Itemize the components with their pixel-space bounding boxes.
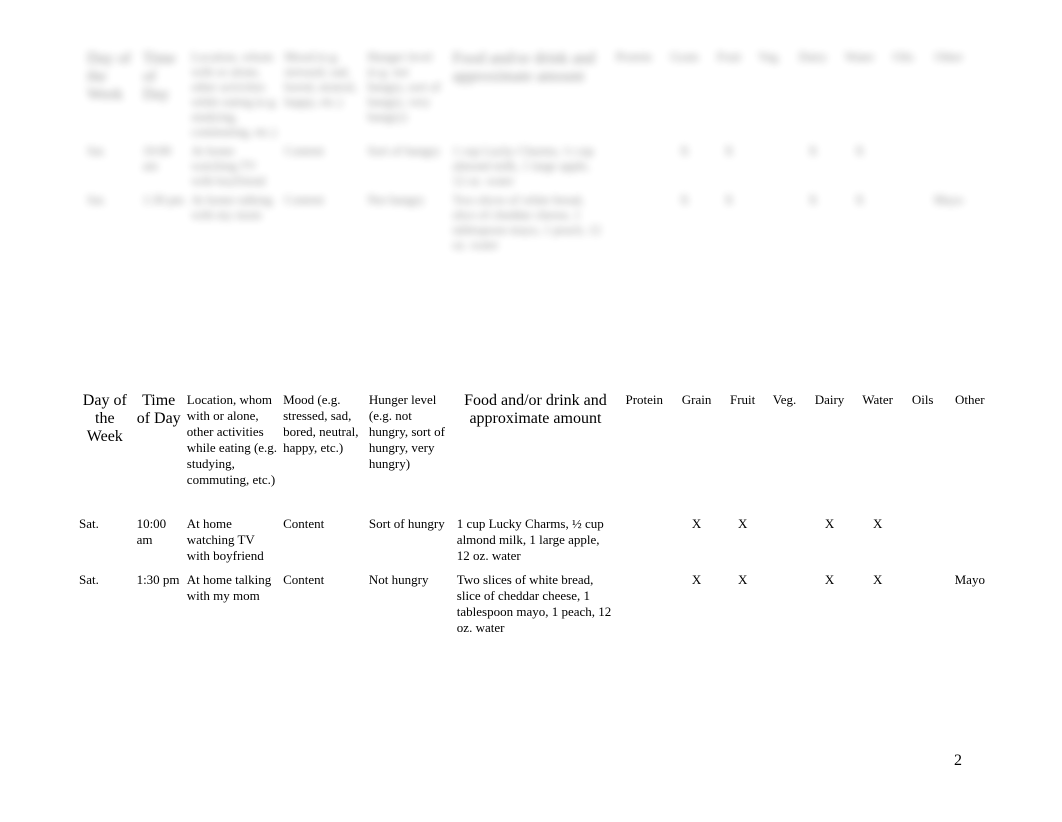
table-row: Sat. 10:00 am At home watching TV with b… [76, 512, 996, 568]
ghost-header-other: Other [923, 48, 974, 142]
ghost-header-dairy: Dairy [790, 48, 837, 142]
ghost-header-hunger: Hunger level (e.g. not hungry, sort of h… [364, 48, 449, 142]
cell-oils [902, 568, 944, 640]
ghost-cell [883, 142, 924, 191]
ghost-cell [923, 142, 974, 191]
header-mood: Mood (e.g. stressed, sad, bored, neutral… [280, 390, 366, 512]
cell-hunger: Sort of hungry [366, 512, 454, 568]
ghost-cell: Content [281, 191, 364, 255]
ghost-cell: Sat. [84, 142, 140, 191]
cell-mood: Content [280, 568, 366, 640]
ghost-cell [883, 191, 924, 255]
ghost-header-location: Location, whom with or alone, other acti… [188, 48, 281, 142]
ghost-header-time: Time of Day [140, 48, 189, 142]
ghost-cell [749, 191, 790, 255]
cell-dairy: X [805, 568, 853, 640]
cell-water: X [854, 512, 902, 568]
cell-water: X [854, 568, 902, 640]
ghost-header-grain: Grain [660, 48, 709, 142]
ghost-cell: X [790, 191, 837, 255]
ghost-cell: Sat. [84, 191, 140, 255]
ghost-header-protein: Protein [607, 48, 660, 142]
ghost-header-oils: Oils [883, 48, 924, 142]
header-time: Time of Day [134, 390, 184, 512]
cell-time: 10:00 am [134, 512, 184, 568]
cell-food: 1 cup Lucky Charms, ½ cup almond milk, 1… [454, 512, 617, 568]
header-grain: Grain [671, 390, 721, 512]
cell-veg [764, 568, 806, 640]
ghost-cell [607, 142, 660, 191]
ghost-header-row: Day of the Week Time of Day Location, wh… [84, 48, 974, 142]
cell-time: 1:30 pm [134, 568, 184, 640]
ghost-cell [749, 142, 790, 191]
ghost-cell: Mayo [923, 191, 974, 255]
cell-veg [764, 512, 806, 568]
ghost-cell: 1 cup Lucky Charms, ½ cup almond milk, 1… [449, 142, 607, 191]
cell-other [944, 512, 996, 568]
ghost-cell: Sort of hungry [364, 142, 449, 191]
header-veg: Veg. [764, 390, 806, 512]
cell-protein [617, 512, 671, 568]
cell-food: Two slices of white bread, slice of ched… [454, 568, 617, 640]
ghost-cell: Two slices of white bread, slice of ched… [449, 191, 607, 255]
ghost-header-mood: Mood (e.g. stressed, sad, bored, neutral… [281, 48, 364, 142]
ghost-cell: Content [281, 142, 364, 191]
ghost-cell: 1:30 pm [140, 191, 189, 255]
cell-dairy: X [805, 512, 853, 568]
cell-hunger: Not hungry [366, 568, 454, 640]
ghost-cell: At home watching TV with boyfriend [188, 142, 281, 191]
ghost-cell: X [709, 191, 750, 255]
ghost-cell: Not hungry [364, 191, 449, 255]
ghost-header-fruit: Fruit [709, 48, 750, 142]
header-oils: Oils [902, 390, 944, 512]
ghost-cell: X [790, 142, 837, 191]
cell-grain: X [671, 512, 721, 568]
header-other: Other [944, 390, 996, 512]
cell-location: At home watching TV with boyfriend [184, 512, 280, 568]
ghost-table-previous-page: Day of the Week Time of Day Location, wh… [84, 48, 974, 255]
page-number: 2 [954, 752, 962, 770]
ghost-header-veg: Veg. [749, 48, 790, 142]
cell-day: Sat. [76, 512, 134, 568]
cell-location: At home talking with my mom [184, 568, 280, 640]
food-diary-table: Day of the Week Time of Day Location, wh… [76, 390, 996, 640]
ghost-cell [607, 191, 660, 255]
header-hunger: Hunger level (e.g. not hungry, sort of h… [366, 390, 454, 512]
header-fruit: Fruit [722, 390, 764, 512]
ghost-cell: X [660, 191, 709, 255]
ghost-header-food: Food and/or drink and approximate amount [449, 48, 607, 142]
ghost-row: Sat. 1:30 pm At home talking with my mom… [84, 191, 974, 255]
ghost-row: Sat. 10:00 am At home watching TV with b… [84, 142, 974, 191]
cell-grain: X [671, 568, 721, 640]
cell-other: Mayo [944, 568, 996, 640]
table-row: Sat. 1:30 pm At home talking with my mom… [76, 568, 996, 640]
ghost-cell: X [709, 142, 750, 191]
header-day: Day of the Week [76, 390, 134, 512]
header-water: Water [854, 390, 902, 512]
ghost-cell: X [836, 142, 883, 191]
table-header-row: Day of the Week Time of Day Location, wh… [76, 390, 996, 512]
header-dairy: Dairy [805, 390, 853, 512]
header-location: Location, whom with or alone, other acti… [184, 390, 280, 512]
cell-fruit: X [722, 568, 764, 640]
cell-fruit: X [722, 512, 764, 568]
header-food: Food and/or drink and approximate amount [454, 390, 617, 512]
ghost-cell: X [660, 142, 709, 191]
ghost-cell: X [836, 191, 883, 255]
ghost-cell: At home talking with my mom [188, 191, 281, 255]
cell-mood: Content [280, 512, 366, 568]
ghost-header-day: Day of the Week [84, 48, 140, 142]
cell-oils [902, 512, 944, 568]
cell-protein [617, 568, 671, 640]
cell-day: Sat. [76, 568, 134, 640]
ghost-header-water: Water [836, 48, 883, 142]
header-protein: Protein [617, 390, 671, 512]
ghost-cell: 10:00 am [140, 142, 189, 191]
